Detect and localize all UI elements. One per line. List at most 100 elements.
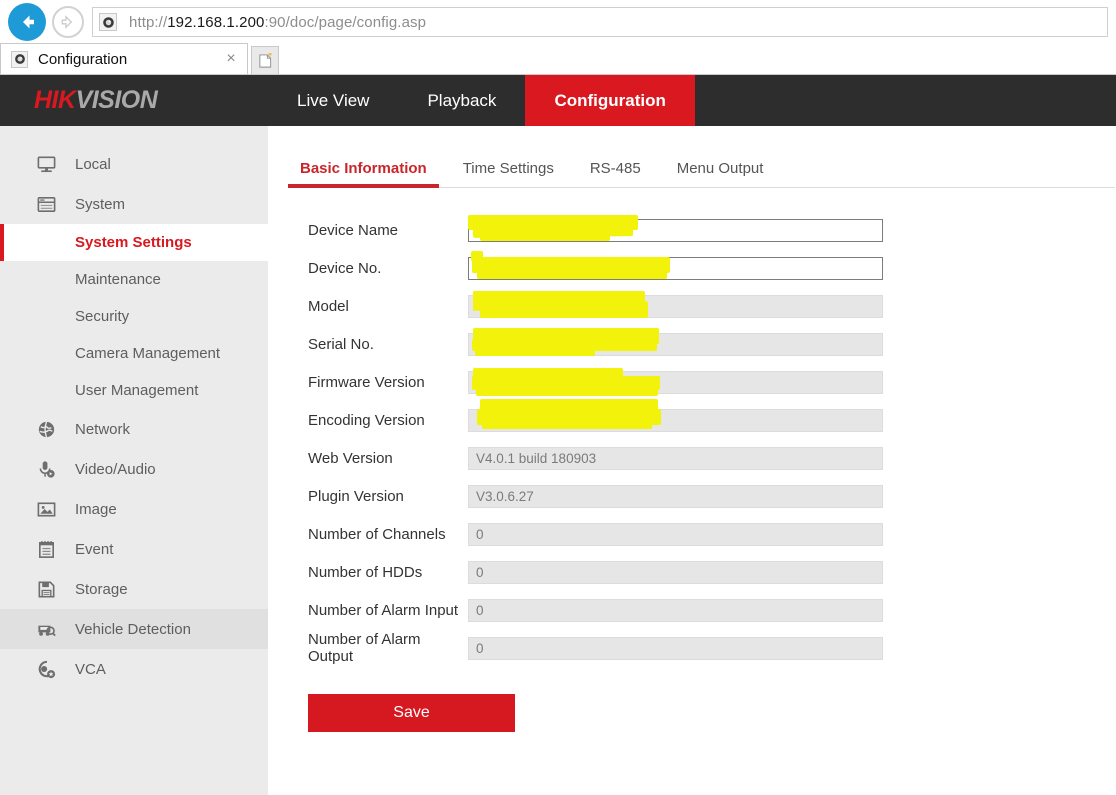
sidebar-item-label: Vehicle Detection [75, 621, 191, 638]
sidebar-item-label: Maintenance [75, 271, 161, 288]
sidebar-item-video-audio[interactable]: Video/Audio [0, 449, 268, 489]
field-row-serial-no: Serial No. [268, 325, 1116, 363]
field-row-number-of-alarm-output: Number of Alarm Output 0 [268, 629, 1116, 667]
sidebar-item-security[interactable]: Security [0, 298, 268, 335]
new-tab-button[interactable]: * [251, 46, 279, 74]
url-path: :90/doc/page/config.asp [264, 14, 426, 31]
logo-vision: VISION [76, 86, 158, 115]
web-version-value: V4.0.1 build 180903 [468, 447, 883, 470]
tab-rs485[interactable]: RS-485 [590, 160, 641, 187]
field-label: Plugin Version [268, 488, 468, 505]
plugin-version-value: V3.0.6.27 [468, 485, 883, 508]
notepad-icon [33, 539, 59, 560]
sidebar-item-label: Storage [75, 581, 128, 598]
sidebar-item-local[interactable]: Local [0, 144, 268, 184]
tab-title: Configuration [38, 51, 221, 68]
sidebar-item-camera-management[interactable]: Camera Management [0, 335, 268, 372]
field-label: Device No. [268, 260, 468, 277]
browser-toolbar: http://192.168.1.200:90/doc/page/config.… [0, 0, 1116, 44]
sidebar-item-label: Camera Management [75, 345, 220, 362]
app-header: HIKVISION Live View Playback Configurati… [0, 75, 1116, 126]
field-label: Model [268, 298, 468, 315]
number-of-hdds-value: 0 [468, 561, 883, 584]
logo-hik: HIK [34, 86, 76, 115]
tab-camera-icon [11, 51, 28, 68]
sidebar-item-vca[interactable]: VCA [0, 649, 268, 689]
globe-icon [33, 419, 59, 440]
field-row-device-no: Device No. [268, 249, 1116, 287]
field-row-model: Model [268, 287, 1116, 325]
field-row-device-name: Device Name [268, 211, 1116, 249]
nav-live-view[interactable]: Live View [268, 75, 398, 126]
tab-strip: Configuration × * [0, 44, 1116, 75]
sidebar-item-system[interactable]: System [0, 184, 268, 224]
save-button-wrap: Save [268, 694, 1116, 732]
sidebar-item-vehicle-detection[interactable]: Vehicle Detection [0, 609, 268, 649]
address-bar[interactable]: http://192.168.1.200:90/doc/page/config.… [92, 7, 1108, 37]
browser-tab-configuration[interactable]: Configuration × [0, 43, 248, 74]
sidebar-item-maintenance[interactable]: Maintenance [0, 261, 268, 298]
sidebar-item-label: Video/Audio [75, 461, 156, 478]
field-label: Web Version [268, 450, 468, 467]
tab-menu-output[interactable]: Menu Output [677, 160, 764, 187]
new-tab-icon: * [258, 53, 273, 69]
arrow-left-icon [16, 11, 38, 33]
monitor-icon [33, 154, 59, 175]
browser-chrome: http://192.168.1.200:90/doc/page/config.… [0, 0, 1116, 75]
content-tabs: Basic Information Time Settings RS-485 M… [300, 140, 1115, 188]
back-button[interactable] [8, 3, 46, 41]
forward-button[interactable] [52, 6, 84, 38]
sidebar-item-user-management[interactable]: User Management [0, 372, 268, 409]
svg-text:*: * [267, 53, 271, 61]
sidebar-item-label: Event [75, 541, 113, 558]
field-label: Serial No. [268, 336, 468, 353]
url-camera-icon [99, 13, 117, 31]
field-row-number-of-hdds: Number of HDDs 0 [268, 553, 1116, 591]
sidebar-item-label: User Management [75, 382, 198, 399]
sidebar-item-label: Local [75, 156, 111, 173]
url-scheme: http:// [129, 14, 167, 31]
url-text: http://192.168.1.200:90/doc/page/config.… [129, 14, 426, 31]
field-label: Device Name [268, 222, 468, 239]
sidebar-item-label: VCA [75, 661, 106, 678]
sidebar-item-event[interactable]: Event [0, 529, 268, 569]
number-of-channels-value: 0 [468, 523, 883, 546]
sidebar-item-label: Network [75, 421, 130, 438]
encoding-version-value [468, 409, 883, 432]
hikvision-logo: HIKVISION [0, 75, 268, 126]
nav-configuration[interactable]: Configuration [525, 75, 694, 126]
field-row-web-version: Web Version V4.0.1 build 180903 [268, 439, 1116, 477]
sidebar-item-system-settings[interactable]: System Settings [0, 224, 268, 261]
floppy-disk-icon [33, 579, 59, 600]
sidebar-item-network[interactable]: Network [0, 409, 268, 449]
number-of-alarm-output-value: 0 [468, 637, 883, 660]
sidebar-item-storage[interactable]: Storage [0, 569, 268, 609]
field-label: Encoding Version [268, 412, 468, 429]
tab-basic-information[interactable]: Basic Information [300, 160, 427, 187]
picture-icon [33, 499, 59, 520]
number-of-alarm-input-value: 0 [468, 599, 883, 622]
window-icon [33, 194, 59, 215]
field-label: Number of HDDs [268, 564, 468, 581]
field-label: Number of Alarm Input [268, 602, 468, 619]
car-search-icon [33, 619, 59, 640]
sidebar: Local System System Settings Maintenance… [0, 126, 268, 795]
close-icon[interactable]: × [221, 51, 241, 67]
sidebar-item-label: System Settings [75, 234, 192, 251]
field-row-plugin-version: Plugin Version V3.0.6.27 [268, 477, 1116, 515]
arrow-right-icon [59, 13, 77, 31]
tab-time-settings[interactable]: Time Settings [463, 160, 554, 187]
device-no-input[interactable] [468, 257, 883, 280]
device-name-input[interactable] [468, 219, 883, 242]
app-body: Local System System Settings Maintenance… [0, 126, 1116, 795]
url-host: 192.168.1.200 [167, 14, 264, 31]
field-label: Number of Channels [268, 526, 468, 543]
firmware-version-value [468, 371, 883, 394]
serial-no-value [468, 333, 883, 356]
nav-playback[interactable]: Playback [398, 75, 525, 126]
field-row-encoding-version: Encoding Version [268, 401, 1116, 439]
field-row-number-of-alarm-input: Number of Alarm Input 0 [268, 591, 1116, 629]
sidebar-item-label: Image [75, 501, 117, 518]
sidebar-item-image[interactable]: Image [0, 489, 268, 529]
save-button[interactable]: Save [308, 694, 515, 732]
